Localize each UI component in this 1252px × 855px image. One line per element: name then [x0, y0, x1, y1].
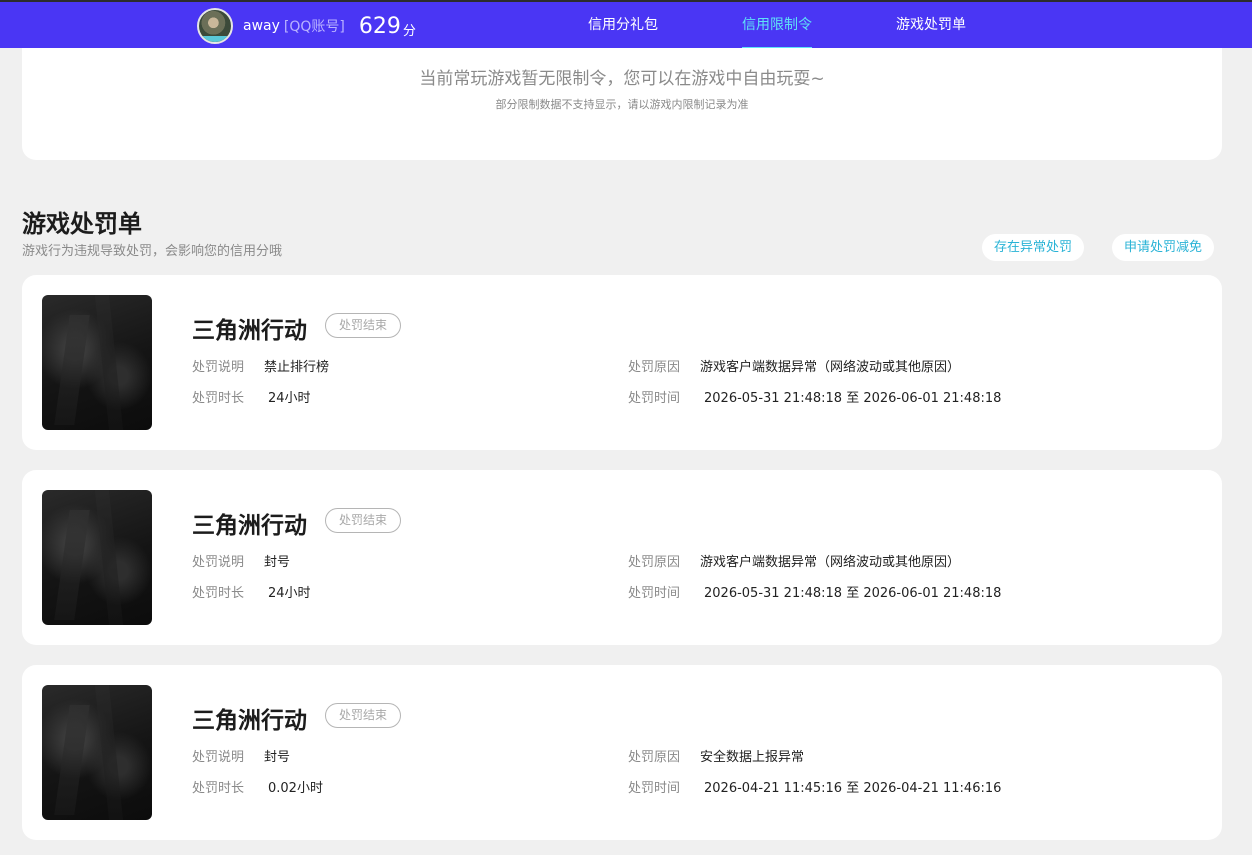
user-info: away [QQ账号] 629 分 [197, 8, 416, 44]
description-value: 封号 [264, 555, 291, 570]
tab-credit-gift[interactable]: 信用分礼包 [588, 2, 658, 50]
time-value: 2026-04-21 11:45:16 至 2026-04-21 11:46:1… [704, 781, 1002, 796]
description-label: 处罚说明 [192, 750, 245, 765]
reason-label: 处罚原因 [628, 360, 681, 375]
time-value: 2026-05-31 21:48:18 至 2026-06-01 21:48:1… [704, 391, 1002, 406]
section-description: 游戏行为违规导致处罚，会影响您的信用分哦 [22, 244, 283, 259]
penalty-card: 三角洲行动 处罚结束 处罚说明 封号 处罚时长 24小时 处罚原因 游戏客户端数… [22, 470, 1222, 645]
username: away [243, 18, 280, 34]
time-label: 处罚时间 [628, 391, 681, 406]
time-value: 2026-05-31 21:48:18 至 2026-06-01 21:48:1… [704, 586, 1002, 601]
duration-value: 24小时 [268, 586, 311, 601]
game-thumbnail [42, 685, 152, 820]
description-value: 封号 [264, 750, 291, 765]
restriction-card: 当前常玩游戏暂无限制令，您可以在游戏中自由玩耍~ 部分限制数据不支持显示，请以游… [22, 48, 1222, 160]
duration-value: 24小时 [268, 391, 311, 406]
restriction-note: 部分限制数据不支持显示，请以游戏内限制记录为准 [495, 98, 749, 111]
reason-value: 安全数据上报异常 [700, 750, 805, 765]
section-title: 游戏处罚单 [22, 210, 142, 238]
appeal-reduction-button[interactable]: 申请处罚减免 [1112, 234, 1215, 261]
reason-label: 处罚原因 [628, 750, 681, 765]
status-badge: 处罚结束 [325, 313, 402, 338]
credit-score: 629 [358, 13, 401, 39]
avatar[interactable] [197, 8, 233, 44]
duration-value: 0.02小时 [268, 781, 323, 796]
game-thumbnail [42, 490, 152, 625]
abnormal-penalty-button[interactable]: 存在异常处罚 [982, 234, 1085, 261]
reason-label: 处罚原因 [628, 555, 681, 570]
game-thumbnail [42, 295, 152, 430]
account-type: [QQ账号] [283, 19, 345, 35]
penalty-card: 三角洲行动 处罚结束 处罚说明 禁止排行榜 处罚时长 24小时 处罚原因 游戏客… [22, 275, 1222, 450]
credit-score-unit: 分 [402, 23, 416, 39]
game-title: 三角洲行动 [192, 513, 307, 539]
duration-label: 处罚时长 [192, 391, 245, 406]
status-badge: 处罚结束 [325, 703, 402, 728]
description-label: 处罚说明 [192, 360, 245, 375]
restriction-message: 当前常玩游戏暂无限制令，您可以在游戏中自由玩耍~ [419, 69, 825, 89]
penalty-card: 三角洲行动 处罚结束 处罚说明 封号 处罚时长 0.02小时 处罚原因 安全数据… [22, 665, 1222, 840]
reason-value: 游戏客户端数据异常（网络波动或其他原因） [700, 555, 961, 570]
tab-game-penalty[interactable]: 游戏处罚单 [896, 2, 966, 50]
description-label: 处罚说明 [192, 555, 245, 570]
top-nav-bar: away [QQ账号] 629 分 信用分礼包 信用限制令 游戏处罚单 [0, 0, 1252, 50]
tab-credit-restriction[interactable]: 信用限制令 [742, 2, 812, 50]
game-title: 三角洲行动 [192, 318, 307, 344]
duration-label: 处罚时长 [192, 781, 245, 796]
reason-value: 游戏客户端数据异常（网络波动或其他原因） [700, 360, 961, 375]
status-badge: 处罚结束 [325, 508, 402, 533]
duration-label: 处罚时长 [192, 586, 245, 601]
game-title: 三角洲行动 [192, 708, 307, 734]
time-label: 处罚时间 [628, 781, 681, 796]
description-value: 禁止排行榜 [264, 360, 330, 375]
time-label: 处罚时间 [628, 586, 681, 601]
